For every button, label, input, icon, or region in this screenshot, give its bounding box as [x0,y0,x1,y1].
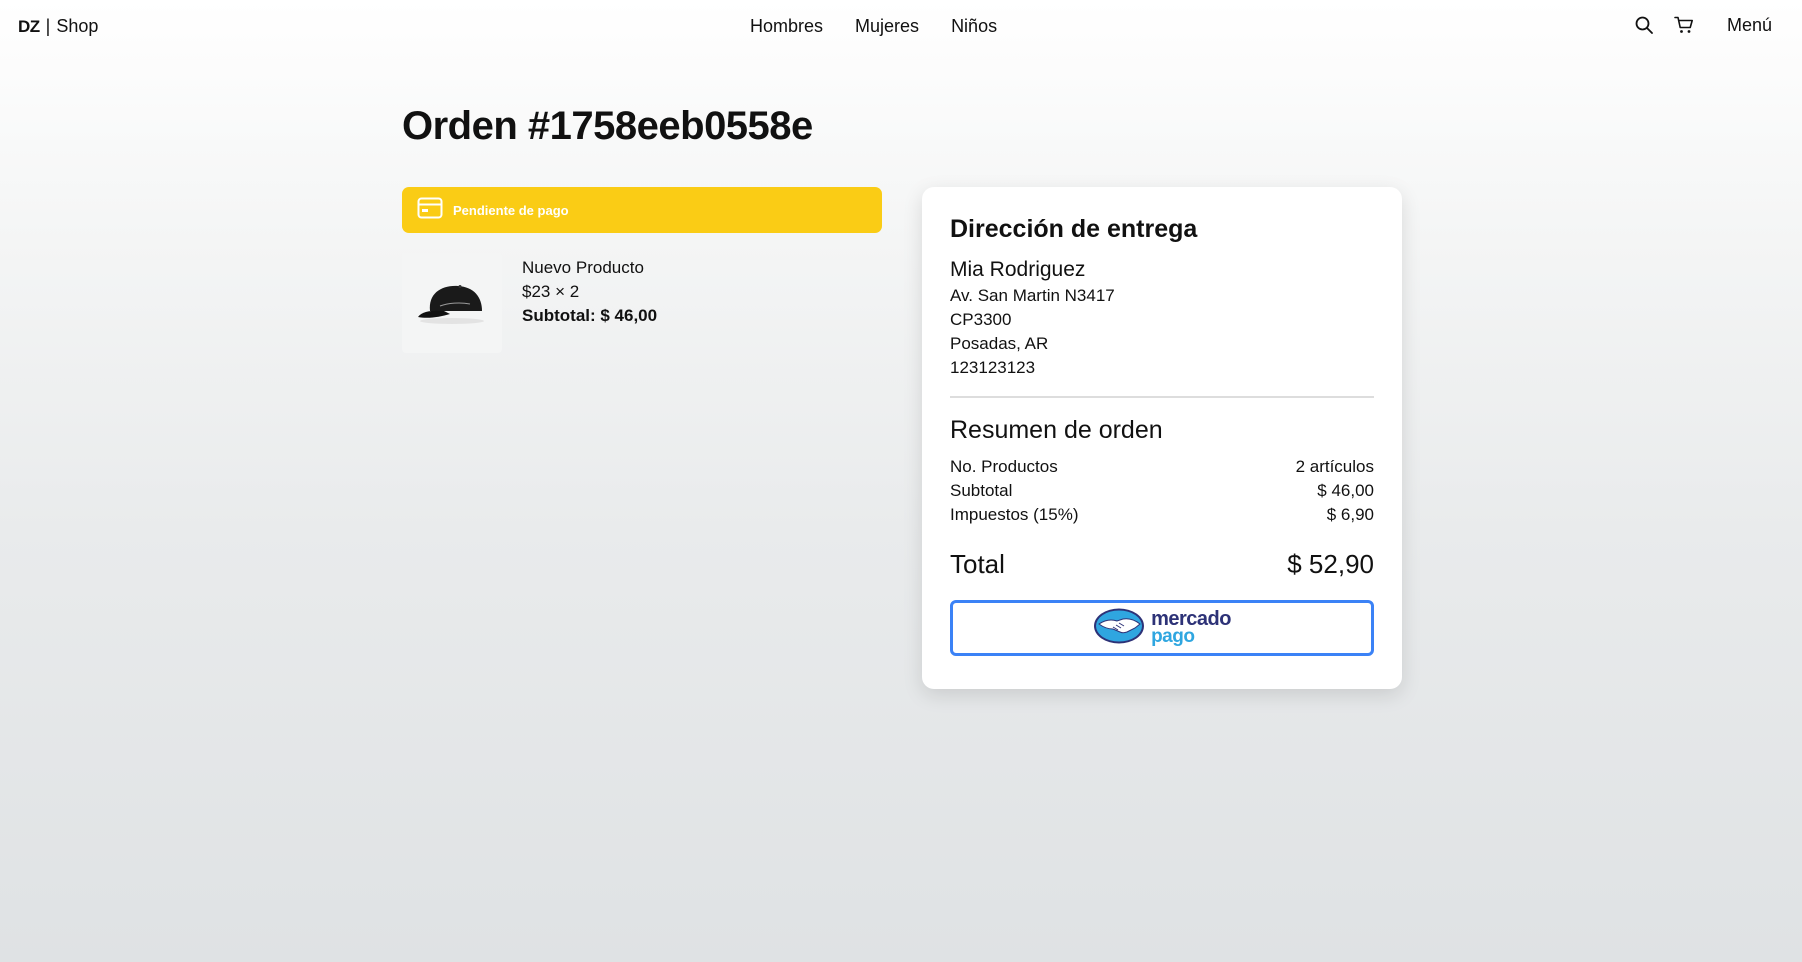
summary-heading: Resumen de orden [950,416,1163,444]
delivery-heading: Dirección de entrega [950,215,1198,243]
payment-status-badge: Pendiente de pago [402,187,882,233]
total-row: Total $ 52,90 [950,549,1374,580]
delivery-city: Posadas, AR [950,334,1049,353]
nav-link-ninos[interactable]: Niños [951,16,997,37]
menu-button[interactable]: Menú [1727,15,1772,36]
delivery-phone: 123123123 [950,358,1036,377]
total-label: Total [950,549,1005,579]
summary-row: Subtotal $ 46,00 [950,479,1374,503]
nav-actions: Menú [1633,14,1772,36]
credit-card-icon [417,197,443,224]
nav-link-mujeres[interactable]: Mujeres [855,16,919,37]
order-item: Nuevo Producto $23 × 2 Subtotal: $ 46,00 [402,253,657,353]
total-value: $ 52,90 [1287,549,1374,579]
brand-logo: DZ [18,16,40,36]
summary-row-label: Impuestos (15%) [950,505,1079,524]
payment-status-label: Pendiente de pago [453,202,569,218]
order-summary-card: Dirección de entrega Mia Rodriguez Av. S… [922,187,1402,689]
top-nav: DZ | Shop Hombres Mujeres Niños Menú [0,0,1802,56]
summary-row: No. Productos 2 artículos [950,455,1374,479]
summary-row: Impuestos (15%) $ 6,90 [950,503,1374,527]
summary-row-label: No. Productos [950,457,1058,476]
product-subtotal: Subtotal: $ 46,00 [522,306,658,325]
summary-row-label: Subtotal [950,481,1013,500]
mercado-pago-handshake-icon [1093,607,1145,650]
search-icon[interactable] [1633,14,1655,36]
product-price-qty: $23 × 2 [522,282,580,301]
product-name: Nuevo Producto [522,258,644,277]
divider [950,396,1374,398]
product-image [402,253,502,353]
summary-row-value: 2 artículos [1295,457,1374,476]
product-info: Nuevo Producto $23 × 2 Subtotal: $ 46,00 [522,256,657,353]
mercado-pago-brand-bottom: pago [1151,626,1195,647]
delivery-name: Mia Rodriguez [950,258,1086,281]
mercado-pago-button[interactable]: mercado pago [950,600,1374,656]
summary-row-value: $ 6,90 [1326,505,1374,524]
delivery-street: Av. San Martin N3417 [950,286,1115,305]
cap-icon [418,285,484,324]
summary-row-value: $ 46,00 [1317,481,1374,500]
cart-icon[interactable] [1673,14,1695,36]
brand-link[interactable]: DZ | Shop [18,16,98,37]
nav-link-hombres[interactable]: Hombres [750,16,823,37]
brand-shop-label: Shop [56,16,99,36]
page-title: Orden #1758eeb0558e [402,104,813,148]
brand-separator: | [45,16,51,36]
mercado-pago-logo: mercado pago [1151,609,1231,647]
delivery-zip: CP3300 [950,310,1012,329]
nav-links: Hombres Mujeres Niños [750,16,997,37]
